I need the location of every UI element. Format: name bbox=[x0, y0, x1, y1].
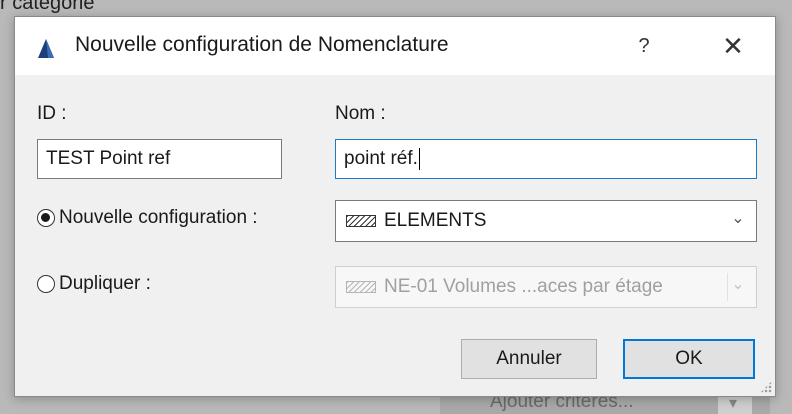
dialog-title: Nouvelle configuration de Nomenclature bbox=[75, 33, 449, 56]
duplicate-label: Dupliquer : bbox=[59, 273, 151, 294]
close-button[interactable]: ✕ bbox=[711, 29, 755, 63]
radio-unchecked-icon bbox=[37, 275, 55, 293]
background-category-text: r catégorie bbox=[0, 0, 95, 14]
duplicate-select: NE-01 Volumes ...aces par étage ⌄ bbox=[335, 266, 757, 308]
id-field-value: TEST Point ref bbox=[46, 148, 171, 169]
chevron-down-icon: ⌄ bbox=[731, 210, 745, 227]
new-configuration-label: Nouvelle configuration : bbox=[59, 207, 258, 228]
new-configuration-select[interactable]: ELEMENTS ⌄ bbox=[335, 200, 757, 242]
select-divider bbox=[727, 273, 728, 301]
duplicate-radio[interactable]: Dupliquer : bbox=[37, 273, 151, 295]
ok-button[interactable]: OK bbox=[623, 339, 755, 379]
nom-field-value: point réf. bbox=[344, 148, 418, 169]
id-field[interactable]: TEST Point ref bbox=[37, 139, 282, 179]
nom-label: Nom : bbox=[335, 103, 386, 124]
archicad-app-icon bbox=[38, 39, 54, 58]
id-label: ID : bbox=[37, 103, 67, 124]
hatch-pattern-icon bbox=[346, 215, 376, 227]
text-caret bbox=[418, 148, 420, 170]
chevron-down-icon: ⌄ bbox=[731, 276, 745, 293]
resize-grip[interactable] bbox=[760, 381, 772, 393]
help-button[interactable]: ? bbox=[627, 29, 661, 63]
nom-field[interactable]: point réf. bbox=[335, 139, 757, 179]
radio-checked-icon bbox=[37, 209, 55, 227]
duplicate-value: NE-01 Volumes ...aces par étage bbox=[384, 276, 663, 297]
new-configuration-value: ELEMENTS bbox=[384, 210, 487, 231]
close-icon: ✕ bbox=[722, 31, 744, 61]
cancel-button[interactable]: Annuler bbox=[461, 339, 597, 379]
hatch-pattern-icon bbox=[346, 281, 376, 293]
new-configuration-radio[interactable]: Nouvelle configuration : bbox=[37, 207, 258, 229]
dialog-titlebar: Nouvelle configuration de Nomenclature ?… bbox=[15, 17, 775, 75]
new-schedule-config-dialog: Nouvelle configuration de Nomenclature ?… bbox=[14, 16, 776, 397]
